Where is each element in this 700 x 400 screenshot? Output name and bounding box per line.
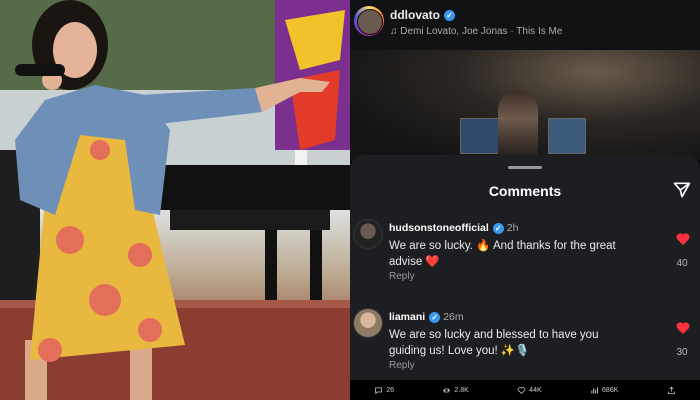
like-count: 30: [676, 347, 688, 358]
commenter-avatar[interactable]: [353, 219, 383, 249]
repost-count: 2.8K: [454, 386, 469, 394]
commenter-avatar[interactable]: [353, 308, 383, 338]
share-send-icon[interactable]: [672, 180, 692, 200]
verified-badge-icon: ✓: [444, 10, 455, 22]
music-note-icon: ♫: [390, 26, 398, 37]
stage-photo-illustration: [0, 0, 350, 400]
views-chart-icon: [591, 387, 598, 393]
share-action[interactable]: [667, 386, 676, 395]
comment-time: 2h: [506, 222, 519, 234]
like-heart-icon[interactable]: [675, 231, 691, 247]
username[interactable]: ddlovato: [390, 8, 440, 22]
repost-action[interactable]: 2.8K: [442, 386, 469, 395]
repost-icon: [443, 388, 451, 392]
comments-title: Comments: [488, 183, 562, 199]
like-count: 40: [676, 258, 688, 269]
speech-bubble-icon: [375, 387, 383, 394]
sheet-drag-handle[interactable]: [508, 166, 542, 169]
comments-sheet: Comments hudsonstoneofficial ✓ 2h We are s…: [350, 155, 700, 400]
bottom-action-bar: 26 2.8K 44K 686K: [350, 380, 700, 400]
username-row[interactable]: ddlovato ✓: [390, 8, 455, 22]
verified-badge-icon: ✓: [429, 311, 441, 323]
comment-item: liamani ✓ 26m We are so lucky and blessed …: [350, 308, 700, 388]
instagram-reel-panel: ddlovato ✓ ♫ Demi Lovato, Joe Jonas · Thi…: [350, 0, 700, 400]
reel-video[interactable]: [350, 50, 700, 160]
music-row[interactable]: ♫ Demi Lovato, Joe Jonas · This Is Me: [390, 26, 562, 37]
commenter-username[interactable]: liamani: [389, 311, 425, 323]
reply-button[interactable]: Reply: [389, 360, 415, 371]
commenter-username[interactable]: hudsonstoneofficial: [389, 222, 489, 234]
view-count: 686K: [602, 386, 619, 394]
comment-header: hudsonstoneofficial ✓ 2h: [389, 222, 518, 234]
comment-text: We are so lucky and blessed to have you …: [389, 329, 599, 357]
like-action[interactable]: 44K: [517, 386, 542, 395]
comment-item: hudsonstoneofficial ✓ 2h We are so lucky. …: [350, 219, 700, 299]
microphone: [15, 64, 65, 76]
reply-action[interactable]: 26: [374, 386, 394, 395]
profile-avatar[interactable]: [354, 6, 384, 36]
reply-count: 26: [386, 386, 394, 394]
reel-header: ddlovato ✓ ♫ Demi Lovato, Joe Jonas · Thi…: [350, 0, 700, 50]
grand-piano: [150, 165, 350, 210]
verified-badge-icon: ✓: [492, 222, 504, 234]
comment-time: 26m: [443, 311, 464, 323]
like-heart-icon[interactable]: [675, 320, 691, 336]
heart-outline-icon: [517, 386, 526, 394]
reply-button[interactable]: Reply: [389, 271, 415, 282]
views-action[interactable]: 686K: [590, 386, 618, 395]
share-upload-icon: [667, 386, 675, 394]
comment-header: liamani ✓ 26m: [389, 311, 464, 323]
music-label: Demi Lovato, Joe Jonas · This Is Me: [400, 26, 563, 37]
performer-photo: [0, 0, 350, 400]
like-total: 44K: [529, 386, 542, 394]
comment-text: We are so lucky. 🔥 And thanks for the gr…: [389, 240, 616, 268]
